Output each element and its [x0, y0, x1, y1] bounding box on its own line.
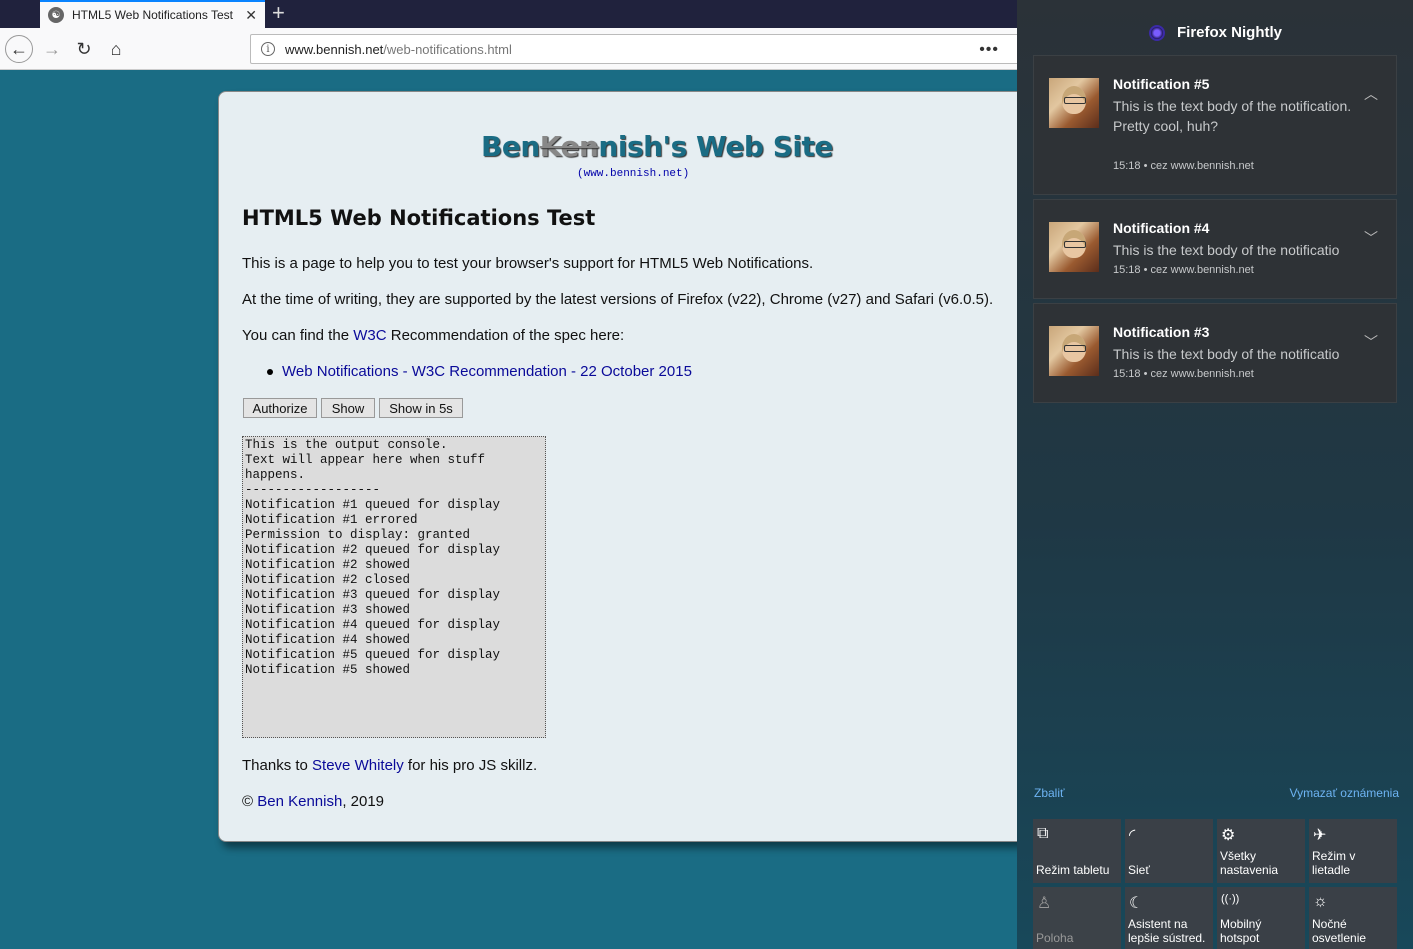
page-actions-icon[interactable]: ••• — [979, 41, 999, 59]
notification-title: Notification #3 — [1113, 324, 1210, 340]
chevron-up-icon[interactable]: ︿ — [1364, 84, 1378, 104]
copyright-line: © Ben Kennish, 2019 — [242, 793, 385, 810]
notification-body: This is the text body of the notificatio… — [1113, 98, 1352, 134]
url-path: /web-notifications.html — [383, 41, 512, 57]
tab-title: HTML5 Web Notifications Test — [72, 8, 233, 22]
tile-label: Sieť — [1128, 863, 1150, 877]
support-paragraph: At the time of writing, they are support… — [242, 291, 994, 308]
output-console[interactable]: This is the output console. Text will ap… — [242, 436, 546, 738]
tablet-mode-icon: ⧉ — [1037, 825, 1049, 842]
list-item: Web Notifications - W3C Recommendation -… — [267, 363, 692, 380]
show-in-5s-button[interactable]: Show in 5s — [379, 398, 463, 418]
page-heading: HTML5 Web Notifications Test — [242, 206, 596, 230]
tile-all-settings[interactable]: ⚙ Všetky nastavenia — [1217, 819, 1305, 883]
network-icon: ◜ — [1129, 827, 1136, 844]
url-bar[interactable]: i www.bennish.net /web-notifications.htm… — [250, 34, 1040, 64]
back-arrow-icon[interactable]: ← — [5, 35, 33, 63]
avatar — [1049, 326, 1099, 376]
close-tab-icon[interactable]: ✕ — [245, 7, 257, 24]
authorize-button[interactable]: Authorize — [243, 398, 317, 418]
site-title: BenKennish's Web Site — [481, 130, 833, 163]
airplane-icon: ✈ — [1313, 827, 1327, 844]
hotspot-icon: ((·)) — [1221, 893, 1240, 905]
intro-paragraph: This is a page to help you to test your … — [242, 255, 814, 272]
tile-mobile-hotspot[interactable]: ((·)) Mobilný hotspot — [1217, 887, 1305, 949]
tile-location[interactable]: ♙ Poloha — [1033, 887, 1121, 949]
tile-label: Asistent na lepšie sústred. — [1128, 917, 1206, 945]
site-info-icon[interactable]: i — [261, 42, 275, 56]
browser-tab[interactable]: ☯ HTML5 Web Notifications Test ✕ — [40, 0, 265, 28]
show-button[interactable]: Show — [321, 398, 375, 418]
site-url: (www.bennish.net) — [577, 168, 690, 180]
gear-icon: ⚙ — [1221, 827, 1236, 844]
moon-icon: ☾ — [1129, 895, 1144, 912]
tile-tablet-mode[interactable]: ⧉ Režim tabletu — [1033, 819, 1121, 883]
action-center: Firefox Nightly Notification #5 This is … — [1017, 0, 1413, 949]
spec-paragraph: You can find the W3C Recommendation of t… — [242, 327, 625, 344]
notification-body: This is the text body of the notificatio — [1113, 242, 1340, 258]
clear-all-notifications-link[interactable]: Vymazať oznámenia — [1290, 786, 1399, 800]
avatar — [1049, 78, 1099, 128]
chevron-down-icon[interactable]: ﹀ — [1364, 332, 1378, 352]
notification-card[interactable]: Notification #3 This is the text body of… — [1033, 303, 1397, 403]
notification-meta: 15:18 • cez www.bennish.net — [1113, 160, 1254, 172]
notification-card[interactable]: Notification #5 This is the text body of… — [1033, 55, 1397, 195]
page-card: BenKennish's Web Site (www.bennish.net) … — [218, 91, 1038, 842]
home-icon[interactable]: ⌂ — [102, 35, 130, 63]
notification-title: Notification #5 — [1113, 76, 1210, 92]
firefox-nightly-icon — [1149, 24, 1165, 41]
notification-meta: 15:18 • cez www.bennish.net — [1113, 264, 1254, 276]
thanks-paragraph: Thanks to Steve Whitely for his pro JS s… — [242, 757, 538, 774]
new-tab-icon[interactable]: + — [272, 2, 285, 24]
tile-night-light[interactable]: ☼ Nočné osvetlenie — [1309, 887, 1397, 949]
tile-label: Režim tabletu — [1036, 863, 1110, 877]
tile-label: Poloha — [1036, 931, 1074, 945]
collapse-link[interactable]: Zbaliť — [1034, 786, 1065, 800]
notification-card[interactable]: Notification #4 This is the text body of… — [1033, 199, 1397, 299]
forward-arrow-icon[interactable]: → — [38, 35, 66, 63]
tile-focus-assist[interactable]: ☾ Asistent na lepšie sústred. — [1125, 887, 1213, 949]
reload-icon[interactable]: ↻ — [70, 35, 98, 63]
spec-link[interactable]: Web Notifications - W3C Recommendation -… — [282, 363, 692, 380]
notification-title: Notification #4 — [1113, 220, 1210, 236]
notification-meta: 15:18 • cez www.bennish.net — [1113, 368, 1254, 380]
chevron-down-icon[interactable]: ﹀ — [1364, 228, 1378, 248]
app-name: Firefox Nightly — [1177, 24, 1283, 41]
site-favicon-icon: ☯ — [48, 7, 64, 23]
bullet-icon — [267, 369, 273, 376]
notification-body: This is the text body of the notificatio — [1113, 346, 1340, 362]
tile-label: Všetky nastavenia — [1220, 849, 1279, 877]
steve-whitely-link[interactable]: Steve Whitely — [312, 757, 404, 774]
tile-label: Nočné osvetlenie — [1312, 917, 1367, 945]
url-domain: www.bennish.net — [285, 41, 384, 57]
tile-network[interactable]: ◜ Sieť — [1125, 819, 1213, 883]
notification-group-header: Firefox Nightly — [1149, 24, 1282, 41]
tile-label: Mobilný hotspot — [1220, 917, 1262, 945]
tile-airplane-mode[interactable]: ✈ Režim v lietadle — [1309, 819, 1397, 883]
sun-icon: ☼ — [1313, 893, 1328, 910]
avatar — [1049, 222, 1099, 272]
w3c-link[interactable]: W3C — [353, 327, 386, 344]
tile-label: Režim v lietadle — [1312, 849, 1356, 877]
location-icon: ♙ — [1037, 895, 1052, 912]
ben-kennish-link[interactable]: Ben Kennish — [257, 793, 342, 810]
